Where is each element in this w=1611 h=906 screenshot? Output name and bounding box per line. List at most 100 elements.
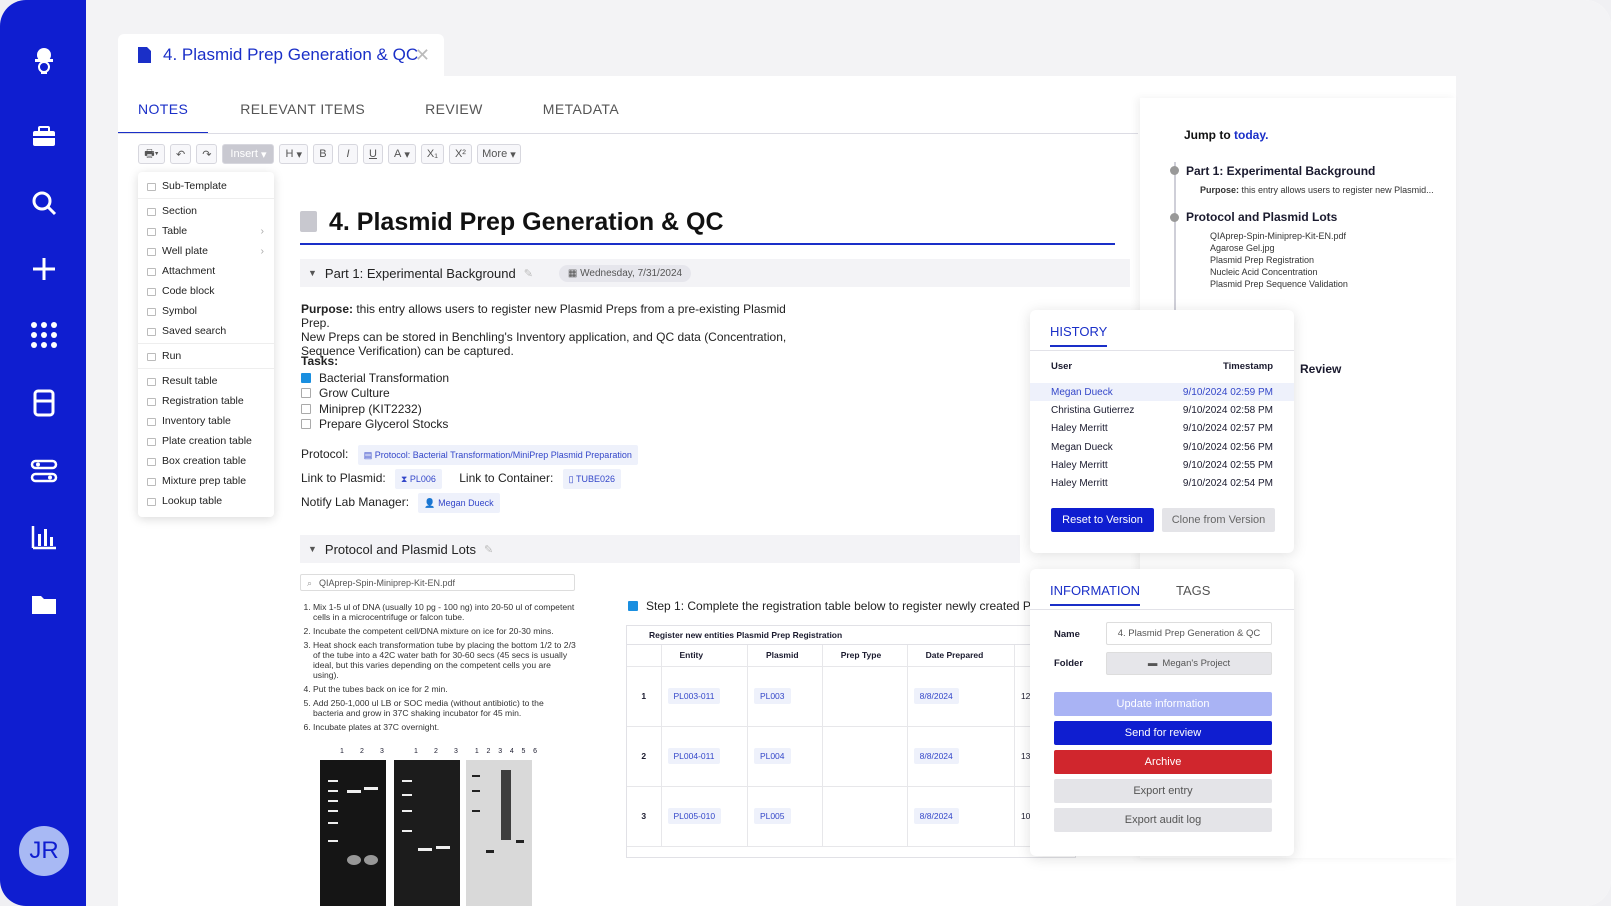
undo-button[interactable]: ↶ [170, 144, 192, 164]
task-item[interactable]: Grow Culture [301, 386, 449, 402]
entity-tag[interactable]: PL004-011 [667, 748, 721, 764]
table-row[interactable]: 2 PL004-011 PL004 8/8/2024 136 [627, 726, 1076, 787]
tab-relevant-items[interactable]: RELEVANT ITEMS [220, 98, 385, 134]
entry-tab[interactable]: 4. Plasmid Prep Generation & QC ✕ [118, 34, 444, 76]
tab-tags[interactable]: TAGS [1176, 583, 1210, 598]
outline-subitem[interactable]: Plasmid Prep Registration [1210, 254, 1348, 266]
entity-tag[interactable]: PL003-011 [667, 688, 721, 704]
section-header-protocol[interactable]: ▼ Protocol and Plasmid Lots ✎ [300, 535, 1020, 563]
underline-button[interactable]: U [362, 144, 383, 164]
entity-cell[interactable]: PL003-011 [661, 666, 748, 727]
protocol-link[interactable]: ▤ Protocol: Bacterial Transformation/Min… [357, 445, 638, 465]
outline-subitem[interactable]: Nucleic Acid Concentration [1210, 266, 1348, 278]
menu-item-plate-creation-table[interactable]: Plate creation table [138, 431, 274, 451]
checkbox[interactable] [301, 388, 311, 399]
history-row[interactable]: Haley Merritt 9/10/2024 02:55 PM [1030, 456, 1294, 474]
menu-item-run[interactable]: Run [138, 346, 274, 366]
plasmid-cell[interactable]: PL005 [747, 786, 823, 847]
date-cell[interactable]: 8/8/2024 [907, 786, 1015, 847]
folder-select[interactable]: ▬ Megan's Project [1106, 652, 1272, 675]
archive-button[interactable]: Archive [1054, 750, 1272, 774]
user-mention[interactable]: 👤 Megan Dueck [418, 493, 500, 513]
date-tag[interactable]: 8/8/2024 [913, 688, 959, 704]
plus-icon[interactable] [25, 250, 63, 288]
superscript-button[interactable]: X² [448, 144, 472, 164]
checkbox[interactable] [301, 419, 311, 430]
tab-review[interactable]: REVIEW [405, 98, 503, 134]
menu-item-attachment[interactable]: Attachment [138, 261, 274, 281]
prep-type-cell[interactable] [822, 786, 908, 847]
history-row[interactable]: Megan Dueck 9/10/2024 02:59 PM [1030, 383, 1294, 401]
subscript-button[interactable]: X₁ [420, 144, 444, 164]
plasmid-cell[interactable]: PL003 [747, 666, 823, 727]
folder-icon[interactable] [25, 585, 63, 623]
edit-icon[interactable]: ✎ [484, 543, 493, 556]
insert-dropdown[interactable]: Insert ▾ [222, 144, 275, 164]
name-input[interactable]: 4. Plasmid Prep Generation & QC [1106, 622, 1272, 645]
bar-chart-icon[interactable] [25, 518, 63, 556]
table-row[interactable]: 1 PL003-011 PL003 8/8/2024 121 [627, 666, 1076, 727]
checkbox-checked[interactable] [628, 601, 638, 611]
search-icon[interactable] [25, 184, 63, 222]
container-link[interactable]: ▯ TUBE026 [562, 469, 621, 489]
date-cell[interactable]: 8/8/2024 [907, 666, 1015, 727]
bold-button[interactable]: B [312, 144, 333, 164]
entity-cell[interactable]: PL004-011 [661, 726, 748, 787]
outline-heading-review[interactable]: Review [1300, 362, 1341, 376]
menu-item-symbol[interactable]: Symbol [138, 301, 274, 321]
menu-item-inventory-table[interactable]: Inventory table [138, 411, 274, 431]
pdf-attachment[interactable]: ⌕ QIAprep-Spin-Miniprep-Kit-EN.pdf [300, 574, 575, 591]
history-row[interactable]: Megan Dueck 9/10/2024 02:56 PM [1030, 438, 1294, 456]
table-row[interactable]: 3 PL005-010 PL005 8/8/2024 101 [627, 786, 1076, 847]
checkbox-checked[interactable] [301, 372, 311, 383]
table-header[interactable]: Date Prepared [907, 645, 1015, 667]
text-color-dropdown[interactable]: A ▾ [387, 144, 416, 164]
redo-button[interactable]: ↷ [196, 144, 218, 164]
export-audit-log-button[interactable]: Export audit log [1054, 808, 1272, 832]
menu-item-mixture-prep-table[interactable]: Mixture prep table [138, 471, 274, 491]
more-dropdown[interactable]: More ▾ [476, 144, 521, 164]
date-cell[interactable]: 8/8/2024 [907, 726, 1015, 787]
italic-button[interactable]: I [337, 144, 358, 164]
outline-subitem[interactable]: Agarose Gel.jpg [1210, 242, 1348, 254]
section-header-part1[interactable]: ▼ Part 1: Experimental Background ✎ ▦ We… [300, 259, 1130, 287]
history-row[interactable]: Haley Merritt 9/10/2024 02:57 PM [1030, 419, 1294, 437]
menu-item-result-table[interactable]: Result table [138, 371, 274, 391]
date-chip[interactable]: ▦ Wednesday, 7/31/2024 [558, 264, 692, 282]
table-header[interactable]: Plasmid [747, 645, 823, 667]
entity-tag[interactable]: PL005-010 [667, 808, 722, 824]
benchling-logo-icon[interactable] [25, 42, 63, 80]
menu-item-section[interactable]: Section [138, 201, 274, 221]
date-tag[interactable]: 8/8/2024 [913, 808, 959, 824]
briefcase-icon[interactable] [25, 117, 63, 155]
checkbox[interactable] [301, 403, 311, 414]
workflow-icon[interactable] [25, 452, 63, 490]
tab-metadata[interactable]: METADATA [523, 98, 639, 134]
print-button[interactable]: 🖶▾ [138, 144, 165, 164]
outline-heading-part1[interactable]: Part 1: Experimental Background [1186, 164, 1375, 178]
task-item[interactable]: Bacterial Transformation [301, 370, 449, 386]
plasmid-link[interactable]: ⧗ PL006 [395, 469, 442, 489]
outline-subitem[interactable]: QIAprep-Spin-Miniprep-Kit-EN.pdf [1210, 230, 1348, 242]
inventory-box-icon[interactable] [25, 384, 63, 422]
date-tag[interactable]: 8/8/2024 [913, 748, 959, 764]
collapse-triangle-icon[interactable]: ▼ [308, 268, 317, 278]
prep-type-cell[interactable] [822, 726, 908, 787]
table-header[interactable]: Prep Type [822, 645, 908, 667]
close-tab-icon[interactable]: ✕ [415, 45, 430, 66]
task-item[interactable]: Prepare Glycerol Stocks [301, 417, 449, 433]
history-row[interactable]: Haley Merritt 9/10/2024 02:54 PM [1030, 474, 1294, 492]
menu-item-well-plate[interactable]: Well plate › [138, 241, 274, 261]
prep-type-cell[interactable] [822, 666, 908, 727]
menu-item-sub-template[interactable]: Sub-Template [138, 176, 274, 196]
tab-information[interactable]: INFORMATION [1050, 583, 1141, 606]
menu-item-box-creation-table[interactable]: Box creation table [138, 451, 274, 471]
heading-dropdown[interactable]: H ▾ [279, 144, 308, 164]
menu-item-registration-table[interactable]: Registration table [138, 391, 274, 411]
menu-item-code-block[interactable]: Code block [138, 281, 274, 301]
outline-heading-protocol[interactable]: Protocol and Plasmid Lots [1186, 210, 1337, 224]
clone-from-version-button[interactable]: Clone from Version [1162, 508, 1275, 532]
history-row[interactable]: Christina Gutierrez 9/10/2024 02:58 PM [1030, 401, 1294, 419]
menu-item-saved-search[interactable]: Saved search [138, 321, 274, 341]
apps-grid-icon[interactable] [25, 316, 63, 354]
